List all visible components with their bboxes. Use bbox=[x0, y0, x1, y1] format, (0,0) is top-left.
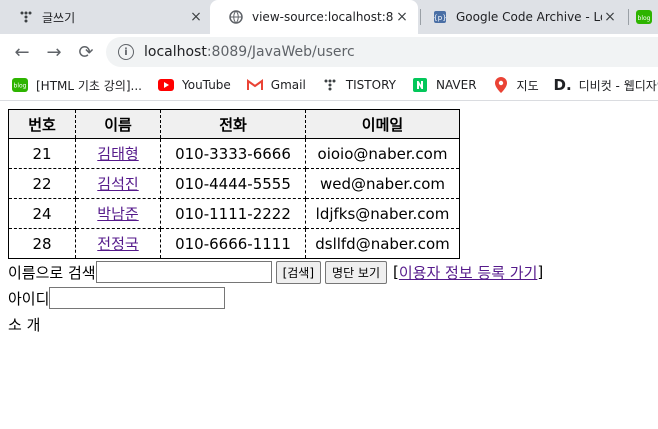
bookmark-gmail[interactable]: Gmail bbox=[246, 77, 306, 93]
intro-row: 소 개 bbox=[8, 311, 650, 337]
naver-icon bbox=[412, 77, 428, 93]
search-input[interactable] bbox=[95, 261, 272, 283]
info-icon[interactable]: i bbox=[118, 44, 134, 60]
svg-text:blog: blog bbox=[14, 83, 27, 90]
bookmark-maps[interactable]: 지도 bbox=[493, 77, 539, 94]
cell-number: 22 bbox=[8, 168, 76, 199]
cell-name: 박남준 bbox=[75, 198, 161, 229]
reload-button[interactable]: ⟳ bbox=[72, 38, 100, 66]
header-email: 이메일 bbox=[305, 109, 460, 139]
url-text: localhost:8089/JavaWeb/userc bbox=[144, 44, 355, 60]
url-path: :8089/JavaWeb/userc bbox=[206, 44, 355, 60]
link-bracket-close: ] bbox=[537, 263, 544, 281]
header-number: 번호 bbox=[8, 109, 76, 139]
name-link[interactable]: 박남준 bbox=[97, 205, 138, 223]
cell-email: dsllfd@naber.com bbox=[305, 228, 460, 259]
browser-toolbar: ← → ⟳ i localhost:8089/JavaWeb/userc bbox=[0, 34, 658, 70]
cell-name: 김태형 bbox=[75, 138, 161, 169]
bookmark-html-lecture[interactable]: blog [HTML 기초 강의]... bbox=[12, 77, 142, 94]
close-tab-icon[interactable]: × bbox=[394, 9, 410, 25]
id-input[interactable] bbox=[49, 287, 226, 309]
search-row: 이름으로 검색 [검색] 명단 보기 [ 이용자 정보 등록 가기 ] bbox=[8, 259, 650, 285]
forward-button[interactable]: → bbox=[40, 38, 68, 66]
bookmark-label: 지도 bbox=[516, 78, 539, 93]
cell-email: oioio@naber.com bbox=[305, 138, 460, 169]
bookmark-label: 디비컷 - 웹디자인 bbox=[578, 78, 658, 93]
bookmark-dbcut[interactable]: D. 디비컷 - 웹디자인 bbox=[553, 76, 658, 94]
cell-email: wed@naber.com bbox=[305, 168, 460, 199]
svg-text:blog: blog bbox=[638, 15, 651, 22]
search-button[interactable]: [검색] bbox=[275, 260, 322, 284]
list-button[interactable]: 명단 보기 bbox=[325, 260, 388, 284]
youtube-icon bbox=[158, 77, 174, 93]
header-phone: 전화 bbox=[160, 109, 306, 139]
svg-text:{p}: {p} bbox=[433, 14, 446, 22]
bookmark-label: NAVER bbox=[435, 78, 477, 92]
close-tab-icon[interactable]: × bbox=[188, 9, 204, 25]
search-label: 이름으로 검색 bbox=[8, 263, 96, 282]
tistory-icon bbox=[18, 9, 34, 25]
bookmarks-bar: blog [HTML 기초 강의]... YouTube Gmail TISTO… bbox=[0, 70, 658, 101]
intro-label: 소 개 bbox=[8, 315, 41, 334]
table-row: 24 박남준 010-1111-2222 ldjfks@naber.com bbox=[8, 198, 460, 229]
blog-icon: blog bbox=[636, 9, 652, 25]
tab-title: Google Code Archive - Lo bbox=[456, 10, 602, 24]
code-archive-icon: {p} bbox=[432, 9, 448, 25]
name-link[interactable]: 전정국 bbox=[97, 235, 138, 253]
name-link[interactable]: 김태형 bbox=[97, 145, 138, 163]
table-header-row: 번호 이름 전화 이메일 bbox=[8, 109, 460, 139]
table-row: 21 김태형 010-3333-6666 oioio@naber.com bbox=[8, 138, 460, 169]
tab-view-source[interactable]: view-source:localhost:808 × bbox=[210, 0, 418, 34]
cell-number: 21 bbox=[8, 138, 76, 169]
table-row: 28 전정국 010-6666-1111 dsllfd@naber.com bbox=[8, 228, 460, 259]
cell-number: 24 bbox=[8, 198, 76, 229]
cell-phone: 010-4444-5555 bbox=[160, 168, 306, 199]
blog-icon: blog bbox=[12, 77, 28, 93]
tistory-icon bbox=[322, 77, 338, 93]
bookmark-label: TISTORY bbox=[345, 78, 396, 92]
name-link[interactable]: 김석진 bbox=[97, 175, 138, 193]
id-row: 아이디 bbox=[8, 285, 650, 311]
cell-phone: 010-6666-1111 bbox=[160, 228, 306, 259]
cell-name: 김석진 bbox=[75, 168, 161, 199]
maps-icon bbox=[493, 77, 509, 93]
bookmark-youtube[interactable]: YouTube bbox=[158, 77, 231, 93]
register-user-link[interactable]: 이용자 정보 등록 가기 bbox=[399, 262, 538, 283]
page-content: 번호 이름 전화 이메일 21 김태형 010-3333-6666 oioio@… bbox=[0, 101, 658, 345]
gmail-icon bbox=[246, 77, 263, 93]
cell-name: 전정국 bbox=[75, 228, 161, 259]
close-tab-icon[interactable]: × bbox=[602, 9, 618, 25]
cell-email: ldjfks@naber.com bbox=[305, 198, 460, 229]
bookmark-naver[interactable]: NAVER bbox=[412, 77, 477, 93]
bookmark-tistory[interactable]: TISTORY bbox=[322, 77, 396, 93]
tab-code-archive[interactable]: {p} Google Code Archive - Lo × bbox=[414, 0, 626, 34]
dbcut-icon: D. bbox=[553, 76, 572, 94]
address-bar[interactable]: i localhost:8089/JavaWeb/userc bbox=[106, 37, 658, 67]
cell-phone: 010-1111-2222 bbox=[160, 198, 306, 229]
id-label: 아이디 bbox=[8, 289, 50, 308]
globe-icon bbox=[228, 9, 244, 25]
tab-strip: 글쓰기 × view-source:localhost:808 × {p} Go… bbox=[0, 0, 658, 34]
user-table: 번호 이름 전화 이메일 21 김태형 010-3333-6666 oioio@… bbox=[8, 109, 460, 259]
tab-blog[interactable]: blog bbox=[622, 0, 658, 34]
tab-write[interactable]: 글쓰기 × bbox=[0, 0, 212, 34]
bookmark-label: Gmail bbox=[270, 78, 306, 92]
bookmark-label: YouTube bbox=[182, 78, 231, 92]
url-host: localhost bbox=[144, 44, 207, 60]
tab-title: view-source:localhost:808 bbox=[252, 10, 394, 24]
header-name: 이름 bbox=[75, 109, 161, 139]
table-row: 22 김석진 010-4444-5555 wed@naber.com bbox=[8, 168, 460, 199]
tab-title: 글쓰기 bbox=[42, 10, 76, 25]
cell-phone: 010-3333-6666 bbox=[160, 138, 306, 169]
bookmark-label: [HTML 기초 강의]... bbox=[36, 78, 142, 93]
back-button[interactable]: ← bbox=[8, 38, 36, 66]
cell-number: 28 bbox=[8, 228, 76, 259]
